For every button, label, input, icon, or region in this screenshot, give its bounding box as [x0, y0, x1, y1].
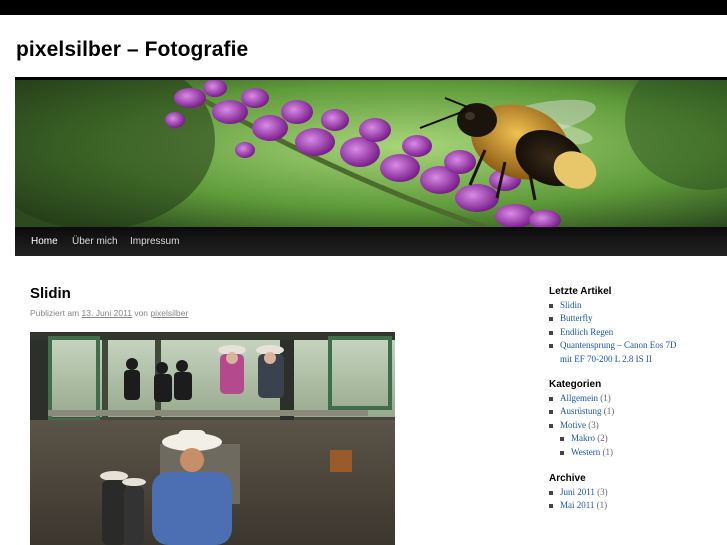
category-link-ausruestung[interactable]: Ausrüstung [560, 406, 602, 416]
archive-count: (3) [597, 487, 608, 497]
archive-count: (1) [596, 500, 608, 511]
category-count: (1) [603, 406, 615, 417]
widget-title-archive: Archive [549, 473, 586, 484]
list-item: Juni 2011 (3) [549, 486, 608, 499]
widget-title-recent: Letzte Artikel [549, 286, 612, 297]
category-count: (1) [602, 446, 614, 457]
archive-link-mai-2011[interactable]: Mai 2011 [560, 500, 594, 510]
category-count: (3) [588, 419, 599, 430]
recent-link-slidin[interactable]: Slidin [560, 300, 582, 310]
top-bar [0, 0, 727, 15]
nav-item-impressum[interactable]: Impressum [130, 227, 179, 256]
list-item: Western (1) [560, 446, 614, 459]
list-item: Allgemein (1) [549, 392, 614, 405]
category-link-makro[interactable]: Makro [571, 433, 595, 443]
recent-link-butterfly[interactable]: Butterfly [560, 313, 593, 323]
list-item: Ausrüstung (1) [549, 405, 614, 418]
recent-link-endlich-regen[interactable]: Endlich Regen [560, 327, 613, 337]
categories-list: Allgemein (1) Ausrüstung (1) Motive (3) … [549, 392, 614, 459]
bee-on-flower-illustration [15, 80, 727, 227]
list-item: Makro (2) [560, 432, 614, 445]
post-meta-prefix: Publiziert am [30, 308, 80, 318]
post-date-link[interactable]: 13. Juni 2011 [82, 308, 132, 318]
recent-link-quantensprung-line1: Quantensprung – Canon Eos 7D [560, 340, 677, 351]
list-item: Endlich Regen [549, 326, 677, 339]
list-item: Slidin [549, 299, 677, 312]
post-photo[interactable] [30, 332, 395, 545]
archive-link-juni-2011[interactable]: Juni 2011 [560, 487, 595, 497]
rodeo-photo-illustration [30, 332, 395, 545]
archive-list: Juni 2011 (3) Mai 2011 (1) [549, 486, 608, 513]
recent-link-quantensprung[interactable]: Quantensprung – Canon Eos 7D mit EF 70-20… [560, 340, 677, 363]
post-title[interactable]: Slidin [30, 285, 71, 302]
list-item: Quantensprung – Canon Eos 7D mit EF 70-20… [549, 339, 677, 366]
list-item: Motive (3) [549, 419, 614, 432]
site-title[interactable]: pixelsilber – Fotografie [16, 38, 248, 62]
main-nav: Home Über mich Impressum [15, 227, 727, 256]
post-meta: Publiziert am 13. Juni 2011 von pixelsil… [30, 308, 188, 318]
post-meta-by: von [134, 308, 149, 318]
nav-item-home[interactable]: Home [31, 227, 58, 256]
category-count: (2) [597, 433, 608, 444]
category-link-western[interactable]: Western [571, 447, 600, 457]
category-link-motive[interactable]: Motive [560, 420, 586, 430]
list-item: Butterfly [549, 312, 677, 325]
recent-posts-list: Slidin Butterfly Endlich Regen Quantensp… [549, 299, 677, 366]
category-link-allgemein[interactable]: Allgemein [560, 393, 598, 403]
category-count: (1) [600, 393, 611, 403]
recent-link-quantensprung-line2: mit EF 70-200 L 2.8 IS II [560, 353, 652, 364]
nav-item-about[interactable]: Über mich [72, 227, 118, 256]
header-banner-image [15, 80, 727, 227]
widget-title-categories: Kategorien [549, 379, 602, 390]
list-item: Mai 2011 (1) [549, 499, 608, 512]
post-author-link[interactable]: pixelsilber [150, 308, 188, 318]
